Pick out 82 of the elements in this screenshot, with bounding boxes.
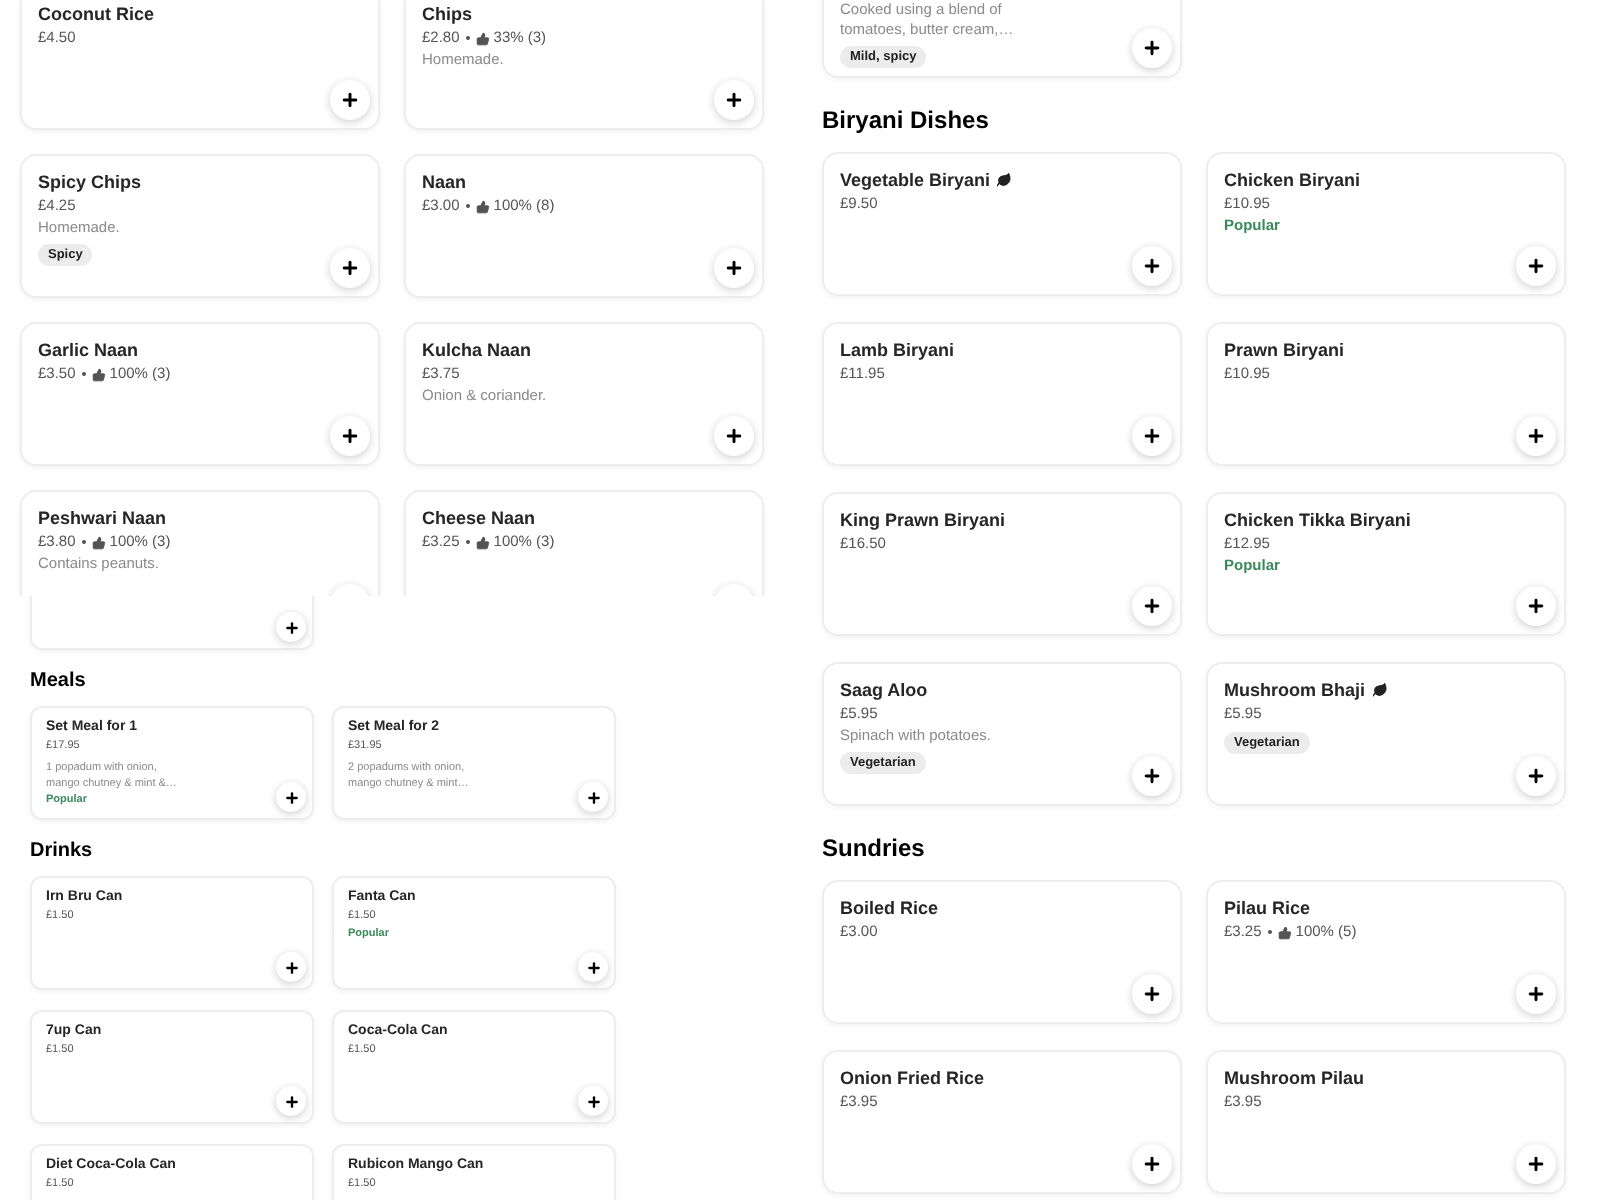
- item-name: Coconut Rice: [38, 2, 155, 26]
- add-button[interactable]: [276, 612, 306, 642]
- add-button[interactable]: [276, 782, 306, 812]
- item-name: Vegetable Biryani: [840, 168, 991, 192]
- add-button[interactable]: [1516, 1144, 1556, 1184]
- add-button[interactable]: [1132, 1144, 1172, 1184]
- add-button[interactable]: [276, 952, 306, 982]
- plus-icon: [1142, 766, 1162, 786]
- add-button[interactable]: [578, 782, 608, 812]
- plus-icon: [585, 1093, 601, 1109]
- add-button[interactable]: [1516, 246, 1556, 286]
- section-heading: Sundries: [822, 832, 925, 864]
- section-heading: Meals: [30, 670, 86, 694]
- add-button[interactable]: [330, 80, 370, 120]
- plus-icon: [283, 789, 299, 805]
- add-button[interactable]: [1132, 246, 1172, 286]
- add-button[interactable]: [330, 416, 370, 456]
- add-button[interactable]: [1132, 416, 1172, 456]
- thumbs-up-icon: [475, 535, 490, 549]
- add-button[interactable]: [714, 80, 754, 120]
- plus-icon: [1142, 256, 1162, 276]
- section-heading: Biryani Dishes: [822, 104, 989, 136]
- plus-icon: [1526, 426, 1546, 446]
- add-button[interactable]: [714, 248, 754, 288]
- plus-icon: [1526, 256, 1546, 276]
- plus-icon: [340, 426, 360, 446]
- plus-icon: [1142, 596, 1162, 616]
- add-button[interactable]: [578, 952, 608, 982]
- thumbs-up-icon: [91, 535, 106, 549]
- plus-icon: [724, 258, 744, 278]
- item-name: Spicy Chips: [38, 170, 142, 194]
- add-button[interactable]: [1132, 586, 1172, 626]
- plus-icon: [1526, 984, 1546, 1004]
- item-name: Kulcha Naan: [422, 338, 532, 362]
- plus-icon: [340, 258, 360, 278]
- plus-icon: [1526, 1154, 1546, 1174]
- add-button[interactable]: [1516, 756, 1556, 796]
- add-button[interactable]: [1132, 974, 1172, 1014]
- thumbs-up-icon: [91, 367, 106, 381]
- add-button[interactable]: [578, 1086, 608, 1116]
- item-name: Onion Fried Rice: [840, 1066, 985, 1090]
- item-name: Chicken Biryani: [1224, 168, 1361, 192]
- plus-icon: [1142, 38, 1162, 58]
- add-button[interactable]: [1516, 974, 1556, 1014]
- add-button[interactable]: [1516, 416, 1556, 456]
- plus-icon: [283, 619, 299, 635]
- item-name: Mushroom Bhaji: [1224, 678, 1366, 702]
- item-name: Garlic Naan: [38, 338, 139, 362]
- add-button[interactable]: [1132, 28, 1172, 68]
- item-name: Prawn Biryani: [1224, 338, 1345, 362]
- plus-icon: [340, 90, 360, 110]
- item-name: Chicken Tikka Biryani: [1224, 508, 1411, 532]
- item-name: Pilau Rice: [1224, 896, 1311, 920]
- add-button[interactable]: [1132, 756, 1172, 796]
- add-button[interactable]: [1516, 586, 1556, 626]
- item-name: Cheese Naan: [422, 506, 536, 530]
- item-name: Peshwari Naan: [38, 506, 167, 530]
- plus-icon: [1142, 1154, 1162, 1174]
- plus-icon: [283, 959, 299, 975]
- plus-icon: [1142, 984, 1162, 1004]
- item-name: Naan: [422, 170, 467, 194]
- thumbs-up-icon: [1277, 925, 1292, 939]
- plus-icon: [283, 1093, 299, 1109]
- item-name: Mushroom Pilau: [1224, 1066, 1365, 1090]
- plus-icon: [1526, 766, 1546, 786]
- item-name: Chips: [422, 2, 473, 26]
- item-name: Saag Aloo: [840, 678, 928, 702]
- plus-icon: [1142, 426, 1162, 446]
- add-button[interactable]: [330, 248, 370, 288]
- add-button[interactable]: [714, 416, 754, 456]
- section-heading: Drinks: [30, 840, 93, 864]
- plus-icon: [585, 959, 601, 975]
- plus-icon: [585, 789, 601, 805]
- plus-icon: [1526, 596, 1546, 616]
- add-button[interactable]: [276, 1086, 306, 1116]
- item-name: King Prawn Biryani: [840, 508, 1006, 532]
- plus-icon: [724, 426, 744, 446]
- plus-icon: [724, 90, 744, 110]
- item-name: Lamb Biryani: [840, 338, 955, 362]
- thumbs-up-icon: [475, 31, 490, 45]
- thumbs-up-icon: [475, 199, 490, 213]
- item-name: Boiled Rice: [840, 896, 939, 920]
